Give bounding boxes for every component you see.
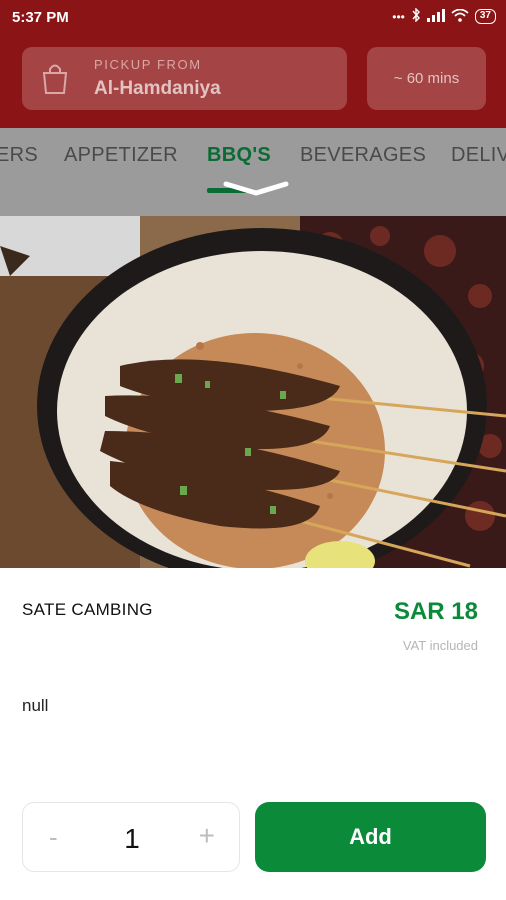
status-bar: 5:37 PM ••• 37	[0, 0, 506, 36]
item-price: SAR 18	[393, 598, 478, 625]
status-time: 5:37 PM	[12, 9, 69, 26]
pickup-location-selector[interactable]: PICKUP FROM Al-Hamdaniya	[22, 47, 347, 110]
pickup-label: PICKUP FROM	[94, 57, 202, 72]
chevron-down-icon[interactable]	[222, 178, 290, 198]
item-name: SATE CAMBING	[22, 600, 153, 619]
wifi-icon	[451, 8, 469, 25]
app-header: 5:37 PM ••• 37 PICKUP FROM Al-Hamdaniya …	[0, 0, 506, 128]
tab-beverages[interactable]: BEVERAGES	[300, 144, 426, 167]
tab-appetizer[interactable]: APPETIZER	[64, 144, 178, 167]
more-dots-icon: •••	[392, 9, 405, 24]
vat-note: VAT included	[402, 638, 478, 653]
pickup-branch-name: Al-Hamdaniya	[94, 78, 221, 99]
category-tabs: ERS APPETIZER BBQ'S BEVERAGES DELIV	[0, 128, 506, 216]
food-photo	[0, 216, 506, 568]
tab-bbqs[interactable]: BBQ'S	[207, 144, 271, 167]
signal-icon	[426, 8, 445, 25]
delivery-time-badge[interactable]: ~ 60 mins	[367, 47, 486, 110]
increase-quantity-button[interactable]: +	[199, 820, 215, 852]
add-to-cart-button[interactable]: Add	[255, 802, 486, 872]
bluetooth-icon	[411, 7, 421, 25]
tab-others[interactable]: ERS	[0, 144, 38, 167]
shopping-bag-icon	[42, 64, 68, 94]
tab-delivery[interactable]: DELIV	[451, 144, 506, 167]
item-description: null	[22, 696, 49, 715]
battery-icon: 37	[474, 9, 496, 24]
status-icons: ••• 37	[392, 7, 496, 25]
quantity-stepper: - 1 +	[22, 802, 240, 872]
